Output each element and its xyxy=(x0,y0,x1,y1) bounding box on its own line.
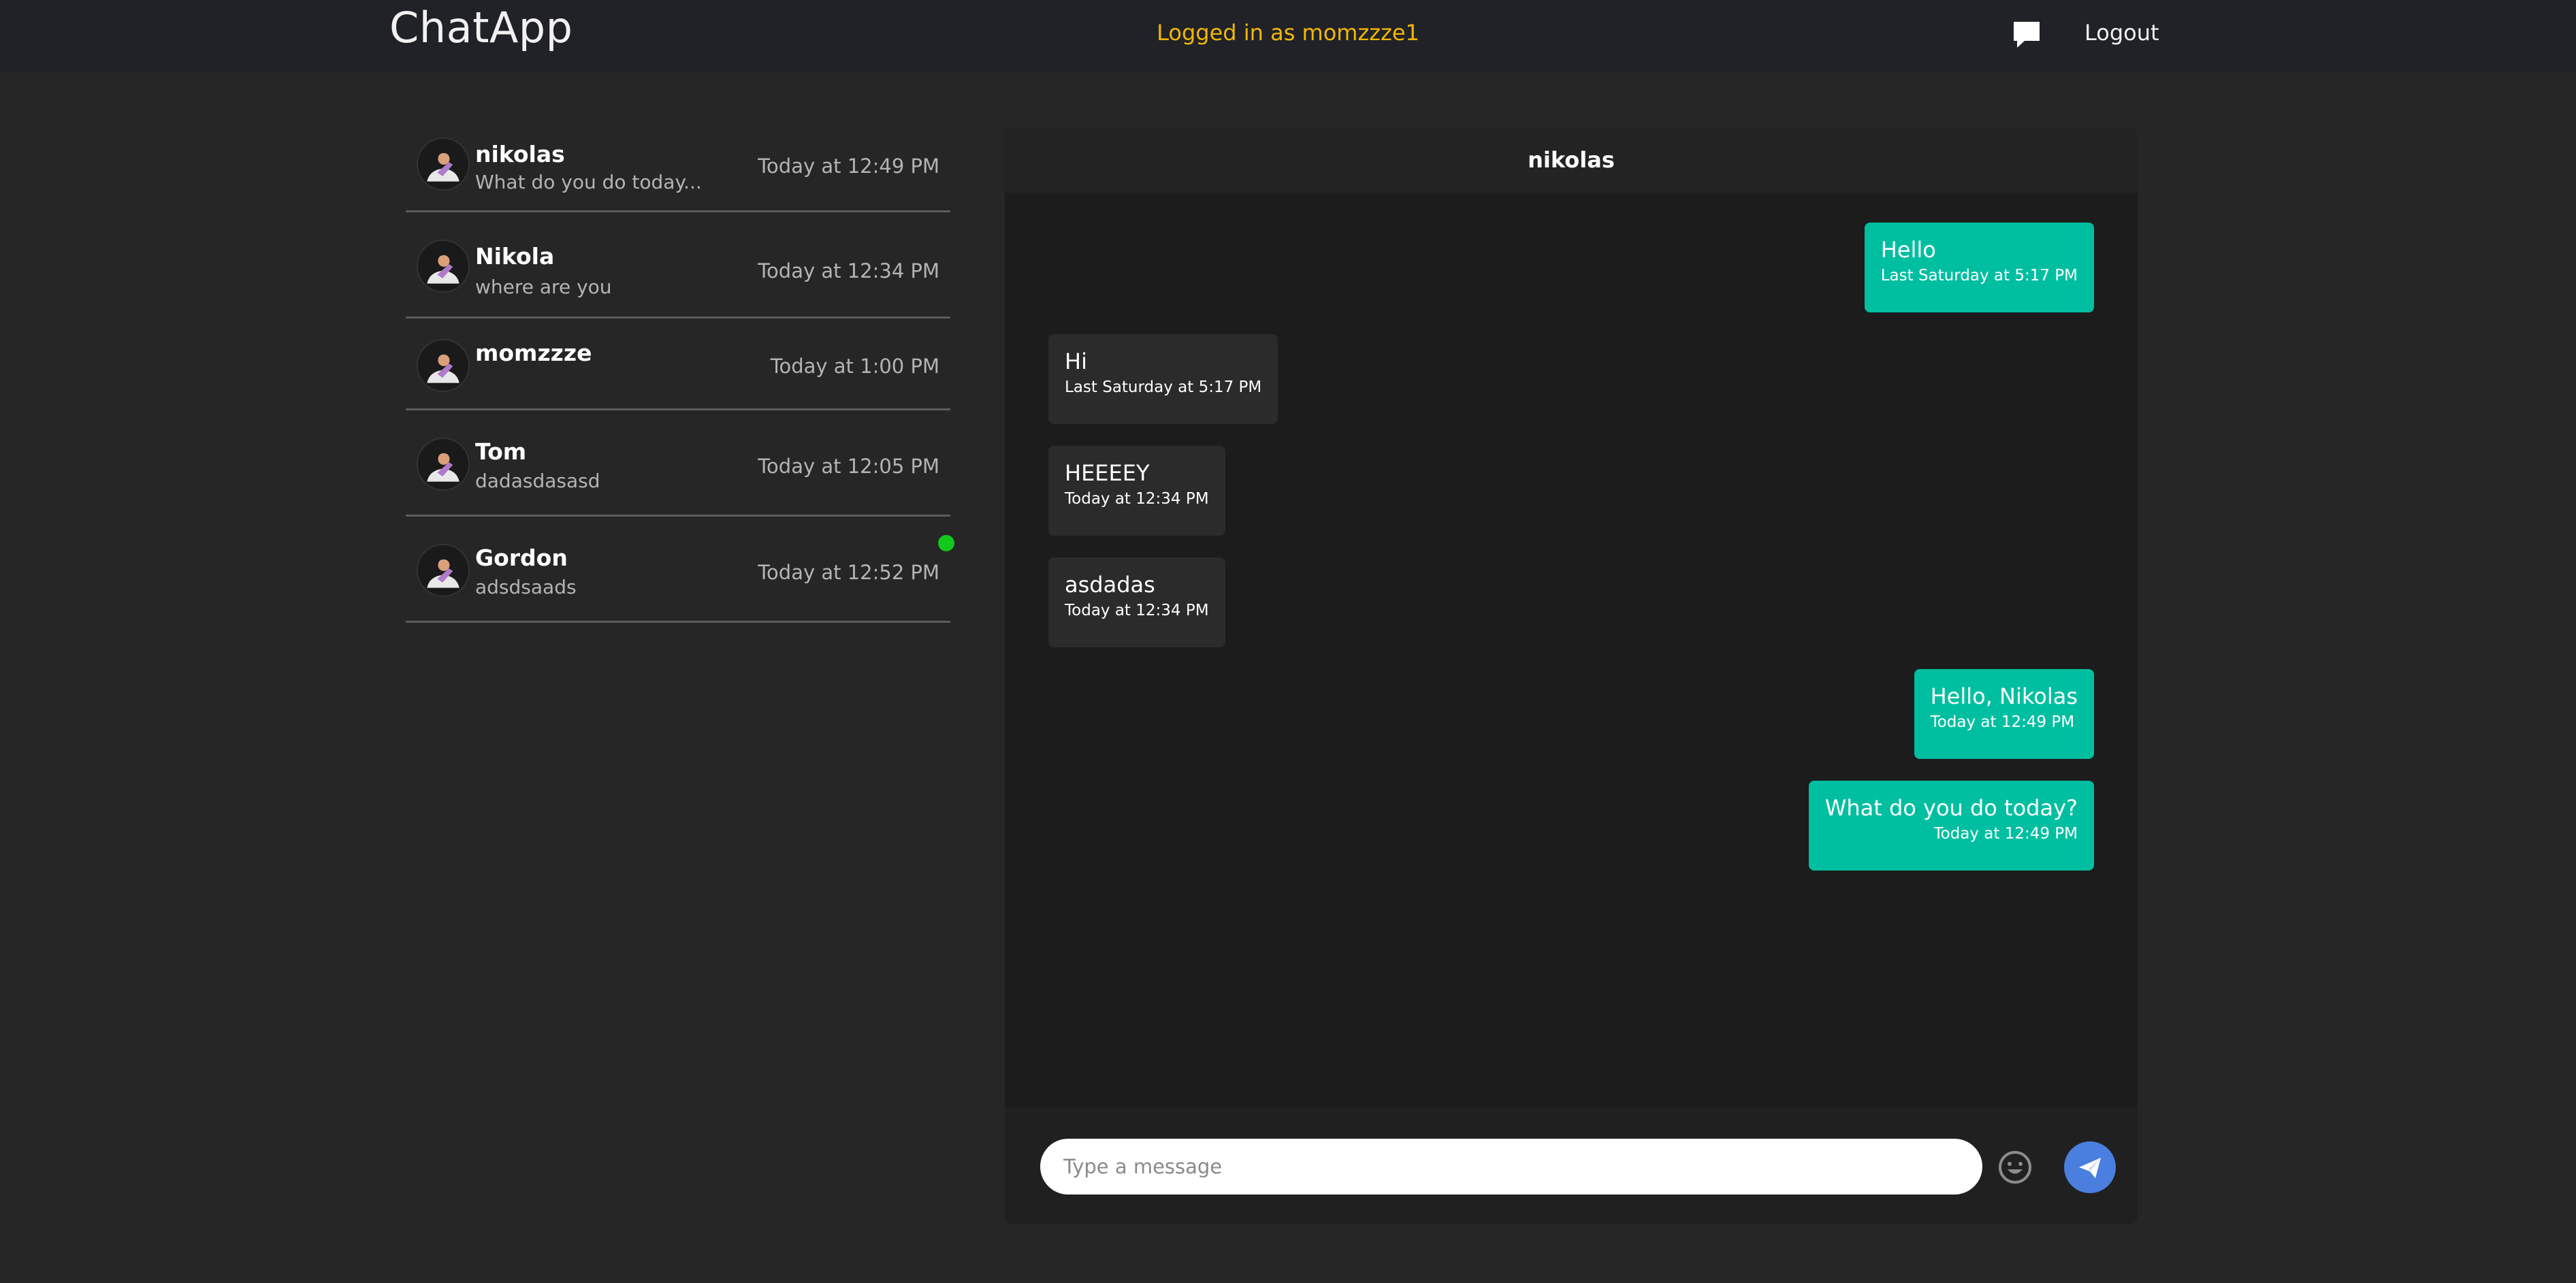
message-time: Today at 12:49 PM xyxy=(1933,825,2078,843)
app-brand[interactable]: ChatApp xyxy=(389,0,573,56)
message-text: Hi xyxy=(1065,348,1087,374)
message-incoming: asdadas Today at 12:34 PM xyxy=(1048,557,1225,647)
online-indicator xyxy=(938,535,954,551)
conversation-item-gordon[interactable]: Gordon adsdsaads Today at 12:52 PM xyxy=(406,517,950,623)
message-time: Last Saturday at 5:17 PM xyxy=(1880,267,2078,285)
avatar xyxy=(417,137,470,191)
smiley-icon[interactable] xyxy=(1996,1148,2034,1186)
message-incoming: HEEEEY Today at 12:34 PM xyxy=(1048,446,1225,536)
message-time: Last Saturday at 5:17 PM xyxy=(1065,378,1262,396)
conversation-name: Tom xyxy=(475,438,527,465)
conversation-time: Today at 12:52 PM xyxy=(758,561,939,584)
conversation-time: Today at 1:00 PM xyxy=(770,355,939,378)
conversation-preview: dadasdasasd xyxy=(475,470,600,492)
conversation-time: Today at 12:05 PM xyxy=(758,455,939,478)
message-input[interactable] xyxy=(1040,1139,1982,1195)
conversation-item-nikola[interactable]: Nikola where are you Today at 12:34 PM xyxy=(406,212,950,319)
conversation-item-tom[interactable]: Tom dadasdasasd Today at 12:05 PM xyxy=(406,410,950,517)
message-text: asdadas xyxy=(1065,572,1155,598)
message-composer xyxy=(1005,1107,2138,1224)
message-text: HEEEEY xyxy=(1065,460,1150,486)
message-incoming: Hi Last Saturday at 5:17 PM xyxy=(1048,334,1278,424)
conversation-preview: where are you xyxy=(475,276,612,298)
message-outgoing: Hello, Nikolas Today at 12:49 PM xyxy=(1914,669,2094,759)
avatar xyxy=(417,544,470,597)
conversation-name: Gordon xyxy=(475,545,568,571)
logout-button[interactable]: Logout xyxy=(2084,16,2159,49)
chat-panel: nikolas Hello Last Saturday at 5:17 PM H… xyxy=(1005,127,2138,1224)
conversation-time: Today at 12:34 PM xyxy=(758,259,939,282)
message-text: What do you do today? xyxy=(1824,795,2078,821)
conversation-list: nikolas What do you do today... Today at… xyxy=(406,116,950,623)
conversation-time: Today at 12:49 PM xyxy=(758,155,939,178)
message-time: Today at 12:34 PM xyxy=(1065,490,1209,508)
avatar xyxy=(417,240,470,293)
conversation-item-momzzze[interactable]: momzzze Today at 1:00 PM xyxy=(406,319,950,410)
chat-title: nikolas xyxy=(1005,127,2138,193)
message-outgoing: What do you do today? Today at 12:49 PM xyxy=(1808,781,2094,871)
conversation-name: momzzze xyxy=(475,340,592,366)
conversation-item-nikolas[interactable]: nikolas What do you do today... Today at… xyxy=(406,116,950,212)
conversation-preview: adsdsaads xyxy=(475,576,577,598)
conversation-name: Nikola xyxy=(475,243,555,270)
message-list: Hello Last Saturday at 5:17 PM Hi Last S… xyxy=(1005,193,2138,1224)
logged-in-status: Logged in as momzzze1 xyxy=(1157,20,1419,46)
message-text: Hello, Nikolas xyxy=(1930,683,2078,709)
navbar: ChatApp Logged in as momzzze1 Logout xyxy=(0,0,2576,73)
avatar xyxy=(417,438,470,491)
conversation-name: nikolas xyxy=(475,141,565,167)
message-time: Today at 12:49 PM xyxy=(1930,713,2075,731)
message-outgoing: Hello Last Saturday at 5:17 PM xyxy=(1864,223,2094,312)
message-time: Today at 12:34 PM xyxy=(1065,602,1209,619)
avatar xyxy=(417,339,470,392)
send-button[interactable] xyxy=(2064,1141,2116,1193)
conversation-preview: What do you do today... xyxy=(475,171,702,193)
paper-plane-icon xyxy=(2079,1158,2101,1178)
message-text: Hello xyxy=(1880,237,1936,263)
chat-bubble-icon[interactable] xyxy=(2011,19,2042,50)
